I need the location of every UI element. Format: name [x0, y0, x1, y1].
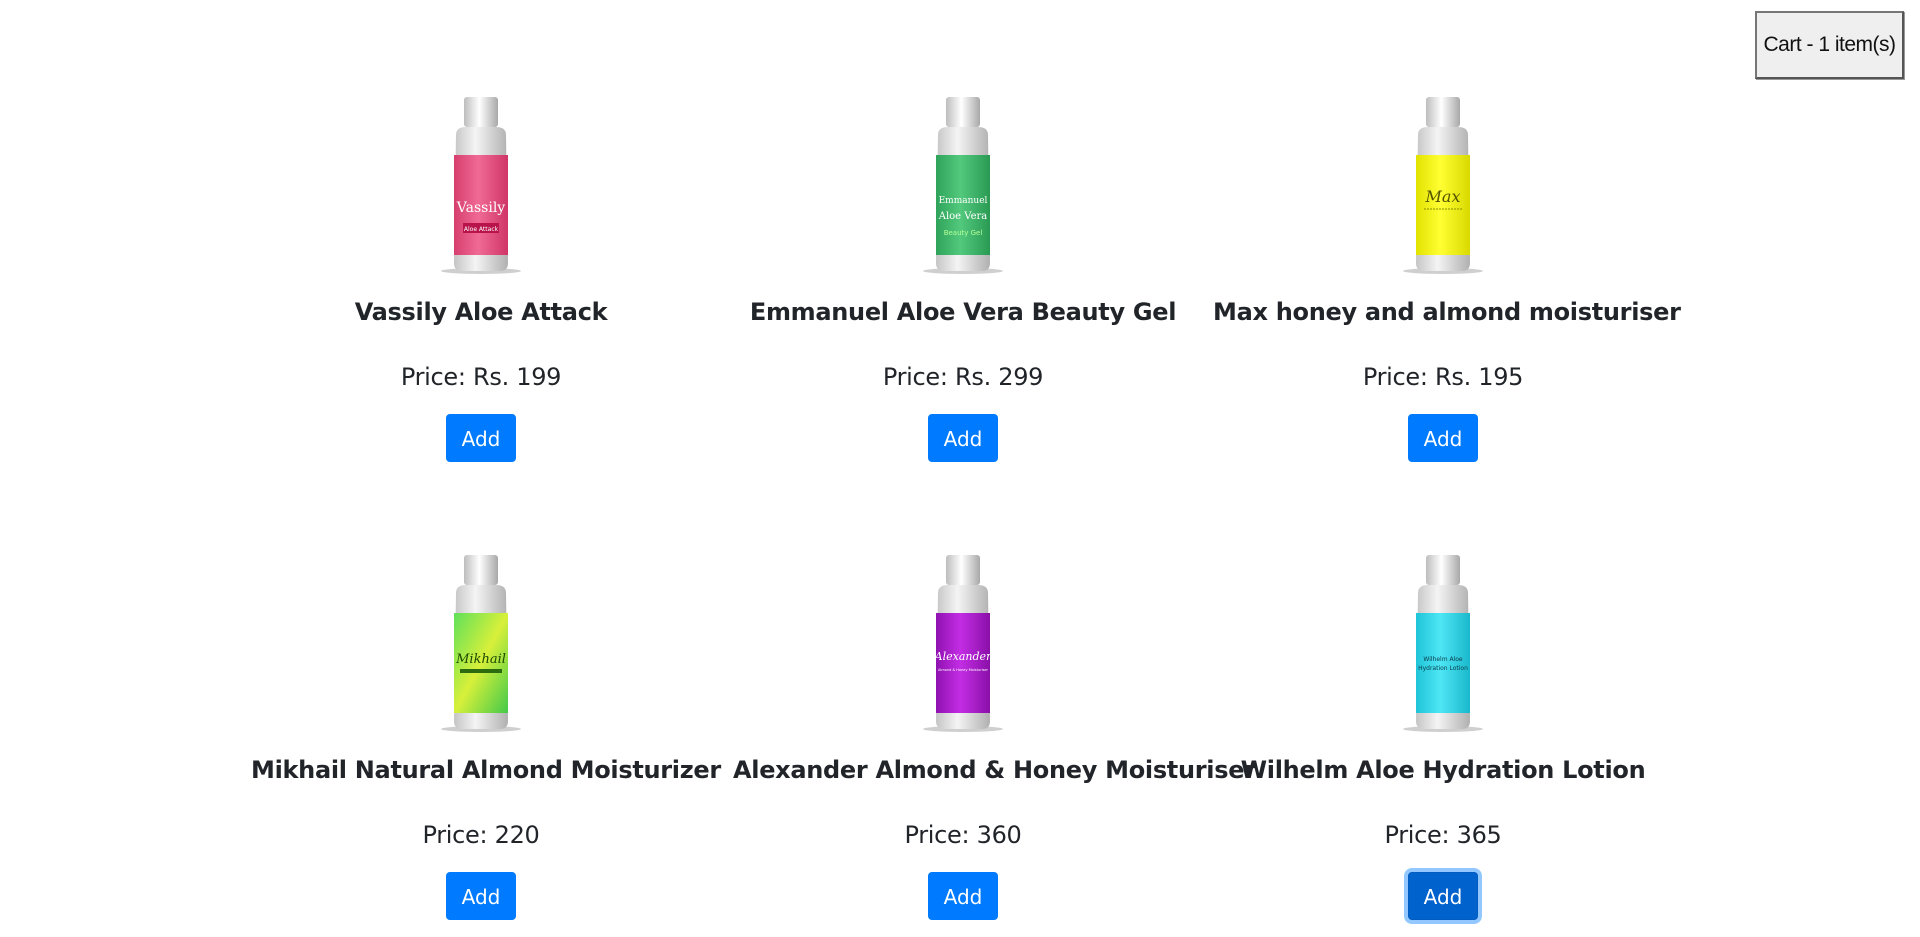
svg-text:Beauty Gel: Beauty Gel	[944, 229, 983, 237]
svg-text:Mikhail: Mikhail	[455, 652, 506, 667]
product-card: Emmanuel Aloe Vera Beauty Gel Emmanuel A…	[733, 95, 1193, 462]
add-button[interactable]: Add	[928, 871, 998, 920]
svg-text:Max: Max	[1425, 187, 1461, 206]
product-image-emmanuel: Emmanuel Aloe Vera Beauty Gel	[923, 97, 1003, 274]
add-button[interactable]: Add	[446, 413, 516, 462]
svg-text:Alexander: Alexander	[934, 650, 992, 663]
add-button[interactable]: Add	[928, 413, 998, 462]
product-name: Alexander Almond & Honey Moisturiser	[733, 756, 1256, 784]
svg-text:Vassily: Vassily	[456, 200, 505, 216]
product-card: Vassily Aloe Attack Vassily Aloe Attack …	[251, 95, 711, 462]
product-image-vassily: Vassily Aloe Attack	[441, 97, 521, 274]
product-price: Price: 360	[904, 820, 1022, 849]
product-image-max: Max	[1403, 97, 1483, 274]
add-button[interactable]: Add	[446, 871, 516, 920]
svg-text:Aloe Attack: Aloe Attack	[464, 226, 499, 233]
svg-text:Wilhelm Aloe: Wilhelm Aloe	[1423, 656, 1462, 663]
svg-text:Emmanuel: Emmanuel	[939, 196, 988, 206]
product-price: Price: Rs. 195	[1362, 362, 1524, 391]
product-name: Mikhail Natural Almond Moisturizer	[251, 756, 721, 784]
product-image-mikhail: Mikhail	[441, 555, 521, 732]
add-button[interactable]: Add	[1408, 413, 1478, 462]
product-image-alexander: Alexander Almond & Honey Moisturiser	[923, 555, 1003, 732]
product-price: Price: Rs. 299	[882, 362, 1044, 391]
product-name: Emmanuel Aloe Vera Beauty Gel	[749, 298, 1177, 326]
svg-text:Hydration Lotion: Hydration Lotion	[1418, 665, 1468, 672]
product-grid: Vassily Aloe Attack Vassily Aloe Attack …	[0, 0, 1920, 937]
product-card: Mikhail Mikhail Natural Almond Moisturiz…	[251, 553, 721, 920]
product-card: Wilhelm Aloe Hydration Lotion Wilhelm Al…	[1213, 553, 1673, 920]
product-card: Max Max honey and almond moisturiser Pri…	[1213, 95, 1681, 462]
svg-text:Aloe Vera: Aloe Vera	[938, 211, 988, 222]
product-name: Max honey and almond moisturiser	[1213, 298, 1681, 326]
product-price: Price: 365	[1384, 820, 1502, 849]
product-name: Wilhelm Aloe Hydration Lotion	[1240, 756, 1646, 784]
svg-text:Almond & Honey Moisturiser: Almond & Honey Moisturiser	[938, 668, 989, 672]
product-image-wilhelm: Wilhelm Aloe Hydration Lotion	[1403, 555, 1483, 732]
product-card: Alexander Almond & Honey Moisturiser Ale…	[733, 553, 1256, 920]
product-price: Price: 220	[422, 820, 540, 849]
product-price: Price: Rs. 199	[400, 362, 562, 391]
add-button[interactable]: Add	[1408, 871, 1478, 920]
product-name: Vassily Aloe Attack	[354, 298, 608, 326]
